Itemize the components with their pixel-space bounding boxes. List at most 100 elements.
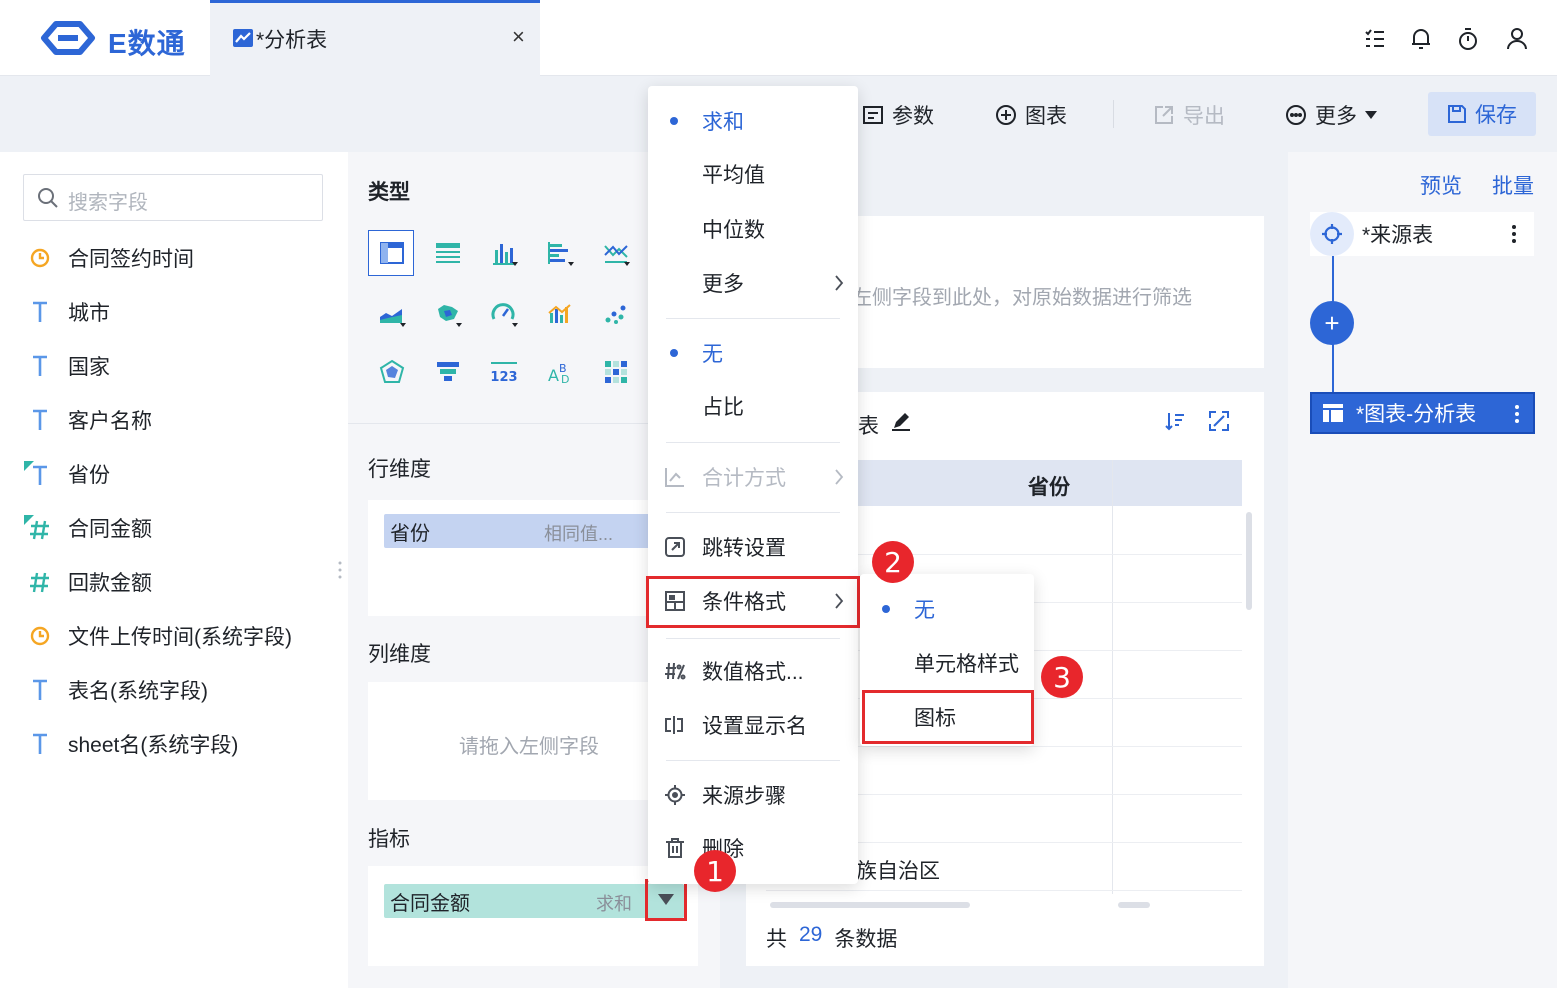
- save-button[interactable]: 保存: [1428, 92, 1536, 136]
- user-icon[interactable]: [1506, 27, 1528, 51]
- measure-pill[interactable]: 合同金额 求和: [384, 884, 684, 918]
- export-label: 导出: [1183, 105, 1225, 128]
- export-icon: [1155, 106, 1173, 124]
- field-label: 国家: [68, 356, 110, 379]
- search-placeholder: 搜索字段: [68, 192, 148, 214]
- sort-icon[interactable]: [1164, 410, 1186, 432]
- chart-type-gauge-icon[interactable]: [482, 292, 526, 336]
- menu-item-label: 平均值: [702, 164, 765, 187]
- chart-type-map-icon[interactable]: [426, 292, 470, 336]
- menu-item-label: 无: [914, 599, 935, 622]
- field-item[interactable]: 合同签约时间: [22, 238, 194, 278]
- export-button[interactable]: 导出: [1153, 100, 1225, 130]
- search-icon: [38, 188, 58, 208]
- pill-sub-label: 求和: [596, 894, 632, 914]
- menu-item-total-method[interactable]: 合计方式: [648, 452, 858, 502]
- add-chart-button[interactable]: 图表: [995, 100, 1067, 130]
- menu-item-label: 来源步骤: [702, 785, 786, 808]
- menu-item-source-step[interactable]: 来源步骤: [648, 770, 858, 820]
- footer-prefix: 共: [766, 928, 787, 951]
- flow-node-source[interactable]: *来源表: [1310, 212, 1534, 256]
- kebab-menu-icon[interactable]: [1512, 224, 1516, 244]
- preview-link[interactable]: 预览: [1420, 170, 1462, 200]
- field-item[interactable]: 回款金额: [22, 562, 152, 602]
- fullscreen-icon[interactable]: [1208, 410, 1230, 432]
- flow-node-chart[interactable]: *图表-分析表: [1310, 392, 1535, 434]
- menu-item-label: 设置显示名: [702, 715, 807, 738]
- task-list-icon[interactable]: [1364, 28, 1386, 50]
- menu-item-jump-settings[interactable]: 跳转设置: [648, 522, 858, 572]
- clock-icon: [22, 243, 58, 273]
- chart-type-crosstab-icon[interactable]: [426, 231, 470, 275]
- chart-type-scatter-icon[interactable]: [594, 292, 638, 336]
- params-label: 参数: [892, 105, 934, 128]
- table-column-header[interactable]: 省份: [1028, 471, 1070, 501]
- field-item[interactable]: 客户名称: [22, 400, 152, 440]
- chart-type-hbar-icon[interactable]: [538, 231, 582, 275]
- more-button[interactable]: 更多: [1285, 100, 1377, 130]
- menu-item-label: 数值格式...: [702, 661, 804, 684]
- submenu-item-cell-style[interactable]: 单元格样式: [860, 638, 1034, 688]
- menu-item-number-format[interactable]: 数值格式...: [648, 646, 858, 696]
- edit-pen-icon[interactable]: [890, 410, 912, 432]
- config-divider: [348, 423, 648, 424]
- svg-text:123: 123: [490, 370, 517, 385]
- chart-type-wordcloud-icon[interactable]: ABD: [538, 350, 582, 394]
- trash-icon: [666, 838, 684, 858]
- brand-name: E数通: [108, 28, 186, 59]
- row-dimension-title: 行维度: [368, 458, 431, 481]
- chart-type-number-icon[interactable]: 123: [482, 350, 526, 394]
- menu-item-median[interactable]: 中位数: [648, 204, 858, 254]
- row-dimension-pill[interactable]: 省份 相同值...: [384, 514, 664, 548]
- drop-placeholder: 请拖入左侧字段: [459, 736, 599, 758]
- menu-item-delete[interactable]: 删除: [648, 823, 858, 873]
- field-item[interactable]: 文件上传时间(系统字段): [22, 616, 292, 656]
- field-item[interactable]: 合同金额: [22, 508, 152, 548]
- field-label: 合同签约时间: [68, 248, 194, 271]
- bell-icon[interactable]: [1410, 27, 1432, 51]
- chevron-right-icon: [835, 469, 844, 485]
- text-type-icon: [22, 297, 58, 327]
- timer-icon[interactable]: [1457, 26, 1479, 52]
- resize-handle-icon[interactable]: [338, 560, 342, 580]
- menu-item-more[interactable]: 更多: [648, 258, 858, 308]
- tab-close-icon[interactable]: ×: [512, 24, 525, 50]
- table-title: 表: [858, 415, 879, 438]
- horizontal-scrollbar[interactable]: [770, 902, 970, 908]
- chart-type-table-icon[interactable]: [368, 230, 414, 276]
- params-button[interactable]: 参数: [862, 100, 934, 130]
- chart-type-title: 类型: [368, 181, 410, 204]
- vertical-scrollbar[interactable]: [1246, 512, 1252, 610]
- geo-number-type-icon: [22, 513, 58, 543]
- menu-item-label: 更多: [702, 273, 744, 296]
- menu-item-none[interactable]: 无: [648, 328, 858, 378]
- step-badge-3: 3: [1041, 656, 1083, 698]
- chart-type-funnel-icon[interactable]: [426, 350, 470, 394]
- field-item[interactable]: sheet名(系统字段): [22, 724, 238, 764]
- horizontal-scrollbar-thumb[interactable]: [1118, 902, 1150, 908]
- table-cell: 族自治区: [856, 860, 940, 883]
- table-node-icon: [1323, 404, 1343, 422]
- chart-type-bar-icon[interactable]: [482, 231, 526, 275]
- menu-item-label: 无: [702, 343, 723, 366]
- kebab-menu-icon[interactable]: [1515, 404, 1519, 424]
- menu-item-sum[interactable]: 求和: [648, 96, 858, 146]
- field-item[interactable]: 表名(系统字段): [22, 670, 208, 710]
- chart-type-line-icon[interactable]: [594, 231, 638, 275]
- field-item[interactable]: 城市: [22, 292, 110, 332]
- chart-type-combo-icon[interactable]: [538, 292, 582, 336]
- field-item[interactable]: 国家: [22, 346, 110, 386]
- menu-item-display-name[interactable]: 设置显示名: [648, 700, 858, 750]
- search-input[interactable]: 搜索字段: [23, 174, 323, 221]
- field-item[interactable]: 省份: [22, 454, 110, 494]
- chart-type-heatmap-icon[interactable]: [594, 350, 638, 394]
- menu-item-average[interactable]: 平均值: [648, 149, 858, 199]
- chart-type-radar-icon[interactable]: [370, 350, 414, 394]
- chart-type-area-icon[interactable]: [370, 292, 414, 336]
- batch-link[interactable]: 批量: [1492, 170, 1534, 200]
- menu-item-ratio[interactable]: 占比: [648, 381, 858, 431]
- step-badge-1: 1: [694, 850, 736, 892]
- add-step-button[interactable]: +: [1310, 301, 1354, 345]
- submenu-item-none[interactable]: 无: [860, 584, 1034, 634]
- measure-dropdown-button[interactable]: [645, 879, 687, 921]
